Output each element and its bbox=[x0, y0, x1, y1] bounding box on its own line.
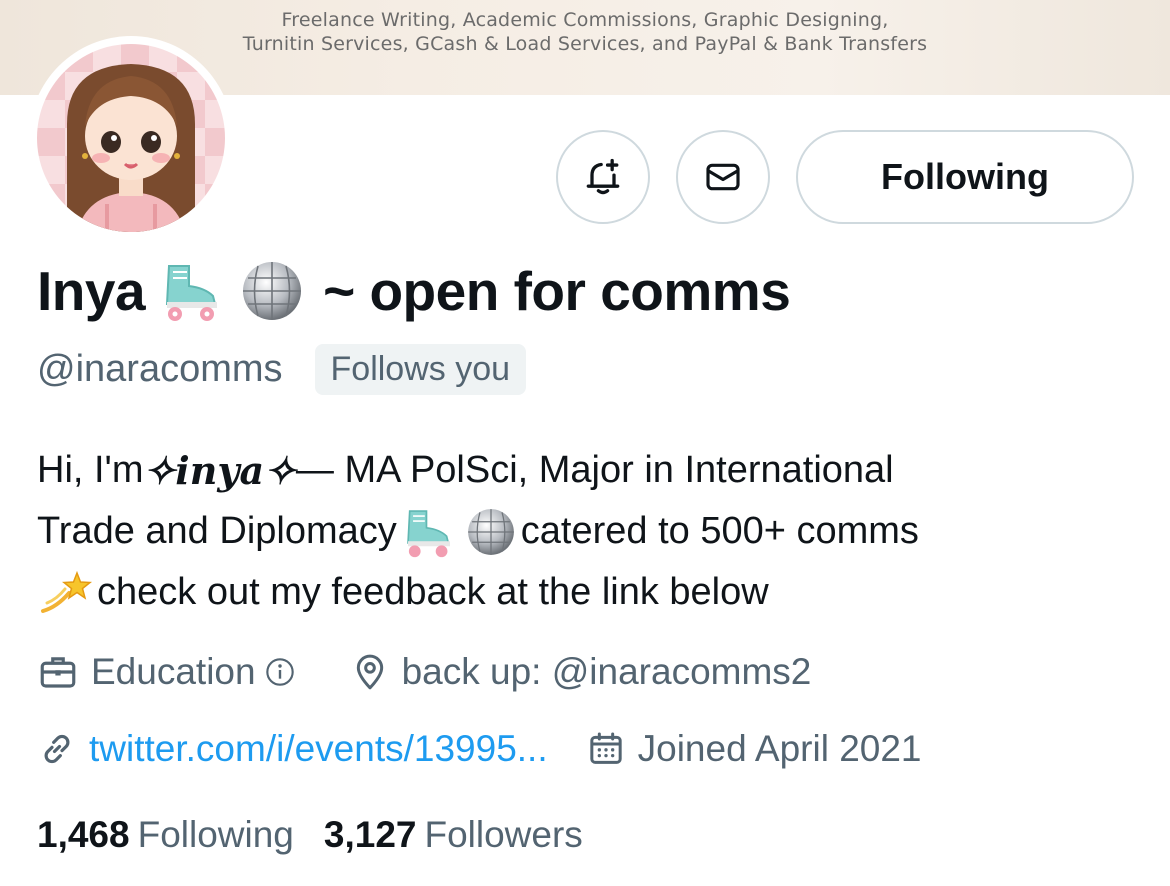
bio-line-1-prefix: Hi, I'm bbox=[37, 449, 144, 491]
bio-line-1: Hi, I'm ✧inya✧ — MA PolSci, Major in Int… bbox=[37, 440, 1147, 501]
following-stat[interactable]: 1,468 Following bbox=[37, 814, 294, 856]
dizzy-star-icon bbox=[37, 567, 93, 619]
roller-skate-icon bbox=[159, 260, 225, 322]
following-label: Following bbox=[137, 814, 294, 855]
bio-line-3-text: check out my feedback at the link below bbox=[97, 571, 769, 613]
handle: @inaracomms bbox=[37, 348, 283, 390]
bio-line-2-prefix: Trade and Diplomacy bbox=[37, 510, 397, 552]
mirror-ball-icon bbox=[239, 258, 305, 324]
category-label: Education bbox=[91, 651, 256, 692]
joined-date: Joined April 2021 bbox=[586, 728, 922, 770]
bio-fancy-name: ✧inya✧ bbox=[143, 448, 296, 493]
follows-you-badge: Follows you bbox=[314, 344, 527, 395]
bio-line-2-suffix: catered to 500+ comms bbox=[520, 510, 919, 552]
profile-meta-row-2: twitter.com/i/events/13995... Joined Apr… bbox=[37, 728, 922, 770]
name-text: Inya bbox=[37, 260, 146, 322]
envelope-icon bbox=[706, 163, 740, 191]
follow-stats: 1,468 Following 3,127 Followers bbox=[37, 814, 613, 856]
display-name: Inya ~ open for comms bbox=[37, 258, 791, 324]
bio-line-1-suffix: — MA PolSci, Major in International bbox=[295, 449, 894, 491]
calendar-icon bbox=[589, 732, 622, 764]
followers-count: 3,127 bbox=[323, 814, 417, 855]
bell-plus-icon bbox=[586, 158, 620, 195]
bio-line-3: check out my feedback at the link below bbox=[37, 562, 1147, 623]
profile-meta-row-1: Education back up: @inaracomms2 bbox=[37, 651, 811, 693]
info-icon[interactable] bbox=[264, 656, 296, 688]
briefcase-icon bbox=[40, 657, 76, 688]
location-pin-icon bbox=[356, 654, 383, 690]
location-label: back up: @inaracomms2 bbox=[401, 651, 812, 692]
notify-button[interactable] bbox=[556, 130, 650, 224]
followers-label: Followers bbox=[424, 814, 583, 855]
banner-line-1: Freelance Writing, Academic Commissions,… bbox=[281, 9, 889, 31]
bio: Hi, I'm ✧inya✧ — MA PolSci, Major in Int… bbox=[37, 440, 1147, 623]
roller-skate-icon bbox=[401, 506, 457, 558]
followers-stat[interactable]: 3,127 Followers bbox=[324, 814, 583, 856]
location: back up: @inaracomms2 bbox=[350, 651, 812, 693]
avatar-image bbox=[37, 44, 225, 232]
message-button[interactable] bbox=[676, 130, 770, 224]
bio-line-2: Trade and Diplomacy catered to 500+ comm… bbox=[37, 501, 1147, 562]
website[interactable]: twitter.com/i/events/13995... bbox=[37, 728, 548, 770]
avatar[interactable] bbox=[29, 36, 233, 240]
joined-label: Joined April 2021 bbox=[637, 728, 922, 769]
website-link[interactable]: twitter.com/i/events/13995... bbox=[89, 728, 548, 770]
avatar-illustration bbox=[67, 64, 195, 232]
link-icon bbox=[44, 734, 70, 764]
following-button[interactable]: Following bbox=[796, 130, 1134, 224]
name-suffix: ~ open for comms bbox=[323, 260, 791, 322]
following-count: 1,468 bbox=[37, 814, 130, 855]
category[interactable]: Education bbox=[37, 651, 308, 693]
handle-row: @inaracomms Follows you bbox=[37, 344, 527, 395]
mirror-ball-icon bbox=[465, 506, 517, 558]
